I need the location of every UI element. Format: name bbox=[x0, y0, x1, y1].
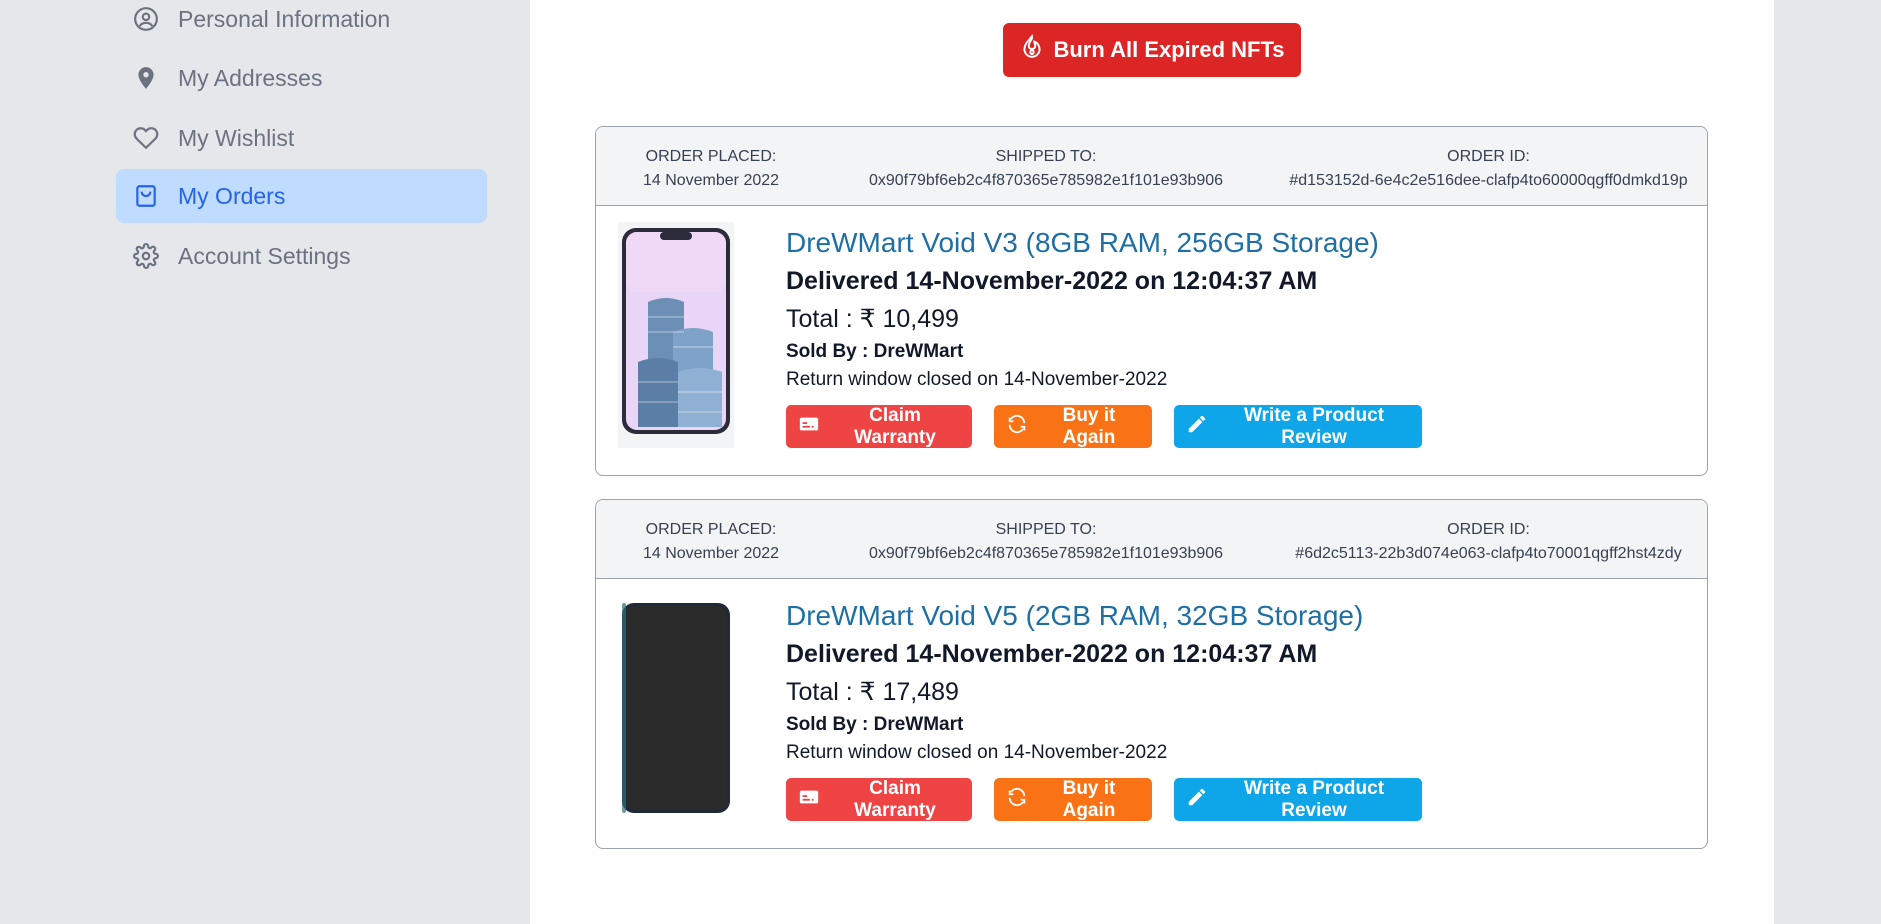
flame-icon bbox=[1019, 34, 1045, 66]
card-icon bbox=[798, 413, 820, 441]
orders-panel: Burn All Expired NFTs ORDER PLACED: 14 N… bbox=[530, 0, 1774, 924]
shopping-bag-icon bbox=[132, 182, 160, 210]
card-icon bbox=[798, 786, 820, 814]
write-review-label: Write a Product Review bbox=[1243, 404, 1385, 448]
return-window: Return window closed on 14-November-2022 bbox=[786, 369, 1168, 390]
shipped-to-label: SHIPPED TO: bbox=[995, 521, 1097, 538]
order-id-label: ORDER ID: bbox=[1447, 521, 1530, 538]
order-card: ORDER PLACED: 14 November 2022 SHIPPED T… bbox=[595, 126, 1708, 476]
buy-again-label: Buy it Again bbox=[1062, 404, 1116, 448]
claim-warranty-label: Claim Warranty bbox=[854, 777, 936, 821]
refresh-icon bbox=[1006, 786, 1028, 814]
user-circle-icon bbox=[132, 5, 160, 33]
return-window: Return window closed on 14-November-2022 bbox=[786, 742, 1168, 763]
heart-icon bbox=[132, 124, 160, 152]
order-id-value: #d153152d-6e4c2e516dee-clafp4to60000qgff… bbox=[1289, 172, 1688, 189]
buy-again-button[interactable]: Buy it Again bbox=[994, 778, 1152, 821]
sidebar-item-account-settings[interactable]: Account Settings bbox=[116, 229, 487, 283]
product-info: DreWMart Void V3 (8GB RAM, 256GB Storage… bbox=[786, 224, 1422, 448]
gear-icon bbox=[132, 242, 160, 270]
sidebar-item-label: Account Settings bbox=[178, 242, 351, 269]
sidebar-item-my-orders[interactable]: My Orders bbox=[116, 169, 487, 223]
order-id-label: ORDER ID: bbox=[1447, 148, 1530, 165]
claim-warranty-button[interactable]: Claim Warranty bbox=[786, 778, 972, 821]
sidebar-item-label: My Wishlist bbox=[178, 124, 295, 151]
sidebar-item-label: My Addresses bbox=[178, 64, 323, 91]
order-placed-date: 14 November 2022 bbox=[642, 545, 780, 562]
order-header: ORDER PLACED: 14 November 2022 SHIPPED T… bbox=[596, 500, 1707, 579]
buy-again-label: Buy it Again bbox=[1062, 777, 1116, 821]
order-placed: ORDER PLACED: 14 November 2022 bbox=[636, 145, 786, 193]
shipped-to-label: SHIPPED TO: bbox=[995, 148, 1097, 165]
order-placed-date: 14 November 2022 bbox=[642, 172, 780, 189]
product-image[interactable] bbox=[618, 595, 734, 821]
order-total: Total : ₹ 10,499 bbox=[786, 305, 959, 333]
order-actions: Claim Warranty Buy it Again Write a Prod… bbox=[786, 405, 1422, 448]
write-review-label: Write a Product Review bbox=[1243, 777, 1385, 821]
refresh-icon bbox=[1006, 413, 1028, 441]
sidebar-item-label: My Orders bbox=[178, 182, 286, 209]
delivery-status: Delivered 14-November-2022 on 12:04:37 A… bbox=[786, 640, 1318, 668]
product-title-link[interactable]: DreWMart Void V5 (2GB RAM, 32GB Storage) bbox=[786, 597, 1422, 635]
sold-by: Sold By : DreWMart bbox=[786, 341, 964, 362]
claim-warranty-button[interactable]: Claim Warranty bbox=[786, 405, 972, 448]
order-actions: Claim Warranty Buy it Again Write a Prod… bbox=[786, 778, 1422, 821]
sidebar-item-my-wishlist[interactable]: My Wishlist bbox=[116, 111, 487, 165]
buy-again-button[interactable]: Buy it Again bbox=[994, 405, 1152, 448]
sidebar-item-my-addresses[interactable]: My Addresses bbox=[116, 51, 487, 105]
order-placed: ORDER PLACED: 14 November 2022 bbox=[636, 518, 786, 566]
write-review-button[interactable]: Write a Product Review bbox=[1174, 405, 1422, 448]
sidebar-item-personal-information[interactable]: Personal Information bbox=[116, 0, 487, 46]
order-body: DreWMart Void V3 (8GB RAM, 256GB Storage… bbox=[596, 206, 1707, 475]
pencil-icon bbox=[1186, 413, 1208, 441]
product-info: DreWMart Void V5 (2GB RAM, 32GB Storage)… bbox=[786, 597, 1422, 821]
order-body: DreWMart Void V5 (2GB RAM, 32GB Storage)… bbox=[596, 579, 1707, 848]
sidebar-item-label: Personal Information bbox=[178, 5, 391, 32]
order-id: ORDER ID: #6d2c5113-22b3d074e063-clafp4t… bbox=[1276, 518, 1701, 566]
product-image[interactable] bbox=[618, 222, 734, 448]
sold-by: Sold By : DreWMart bbox=[786, 714, 964, 735]
order-id-value: #6d2c5113-22b3d074e063-clafp4to70001qgff… bbox=[1295, 545, 1682, 562]
burn-expired-nfts-button[interactable]: Burn All Expired NFTs bbox=[1003, 23, 1301, 77]
map-pin-icon bbox=[132, 64, 160, 92]
order-placed-label: ORDER PLACED: bbox=[645, 148, 777, 165]
shipped-to: SHIPPED TO: 0x90f79bf6eb2c4f870365e78598… bbox=[856, 518, 1236, 566]
order-total: Total : ₹ 17,489 bbox=[786, 678, 959, 706]
burn-button-label: Burn All Expired NFTs bbox=[1053, 37, 1285, 62]
delivery-status: Delivered 14-November-2022 on 12:04:37 A… bbox=[786, 267, 1318, 295]
shipped-to-address: 0x90f79bf6eb2c4f870365e785982e1f101e93b9… bbox=[868, 172, 1224, 189]
order-header: ORDER PLACED: 14 November 2022 SHIPPED T… bbox=[596, 127, 1707, 206]
shipped-to-address: 0x90f79bf6eb2c4f870365e785982e1f101e93b9… bbox=[868, 545, 1224, 562]
order-id: ORDER ID: #d153152d-6e4c2e516dee-clafp4t… bbox=[1276, 145, 1701, 193]
write-review-button[interactable]: Write a Product Review bbox=[1174, 778, 1422, 821]
order-card: ORDER PLACED: 14 November 2022 SHIPPED T… bbox=[595, 499, 1708, 849]
shipped-to: SHIPPED TO: 0x90f79bf6eb2c4f870365e78598… bbox=[856, 145, 1236, 193]
product-title-link[interactable]: DreWMart Void V3 (8GB RAM, 256GB Storage… bbox=[786, 224, 1422, 262]
claim-warranty-label: Claim Warranty bbox=[854, 404, 936, 448]
order-placed-label: ORDER PLACED: bbox=[645, 521, 777, 538]
pencil-icon bbox=[1186, 786, 1208, 814]
